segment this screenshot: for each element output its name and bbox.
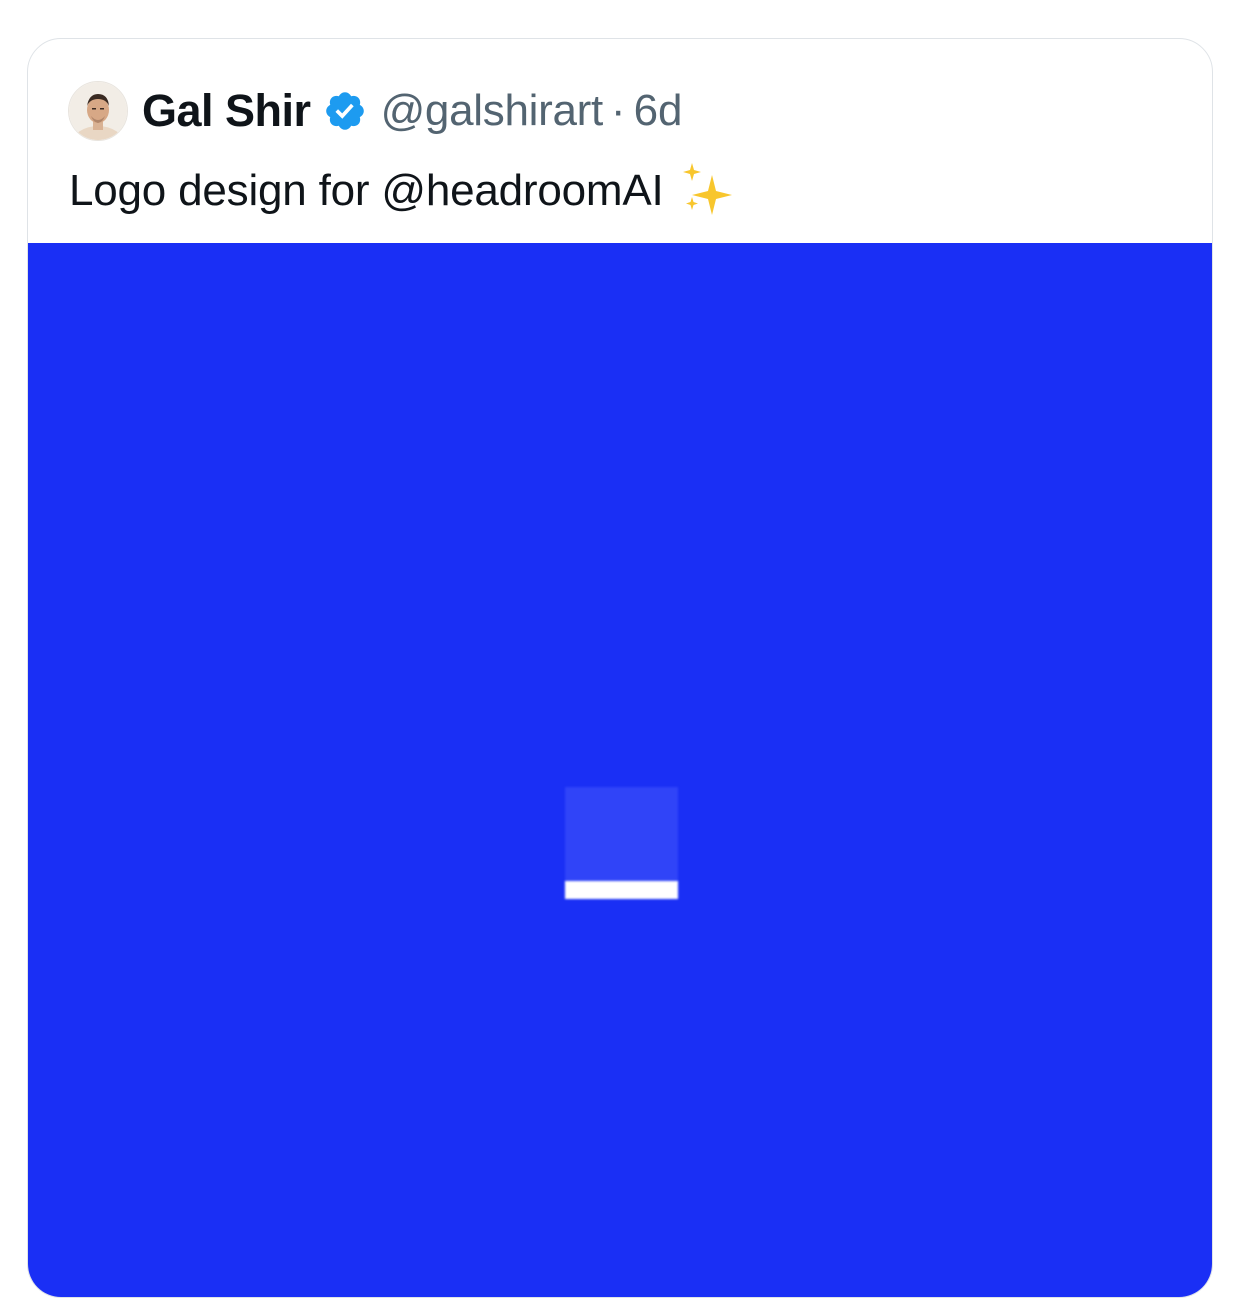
tweet-text-content: Logo design for @headroomAI	[69, 166, 664, 215]
logo-bar	[565, 881, 678, 899]
tweet-header: Gal Shir @galshirart · 6d	[68, 79, 683, 143]
logo-square	[565, 787, 678, 883]
verified-badge-icon	[323, 89, 367, 133]
timestamp[interactable]: 6d	[634, 86, 683, 136]
tweet-text: Logo design for @headroomAI	[69, 161, 738, 221]
tweet-media-image[interactable]	[28, 243, 1212, 1297]
author-handle[interactable]: @galshirart	[381, 86, 604, 136]
sparkles-icon	[678, 161, 738, 221]
avatar[interactable]	[68, 81, 128, 141]
tweet-card[interactable]: Gal Shir @galshirart · 6d Logo design fo…	[27, 38, 1213, 1298]
author-name[interactable]: Gal Shir	[142, 85, 311, 137]
separator-dot: ·	[610, 86, 626, 135]
